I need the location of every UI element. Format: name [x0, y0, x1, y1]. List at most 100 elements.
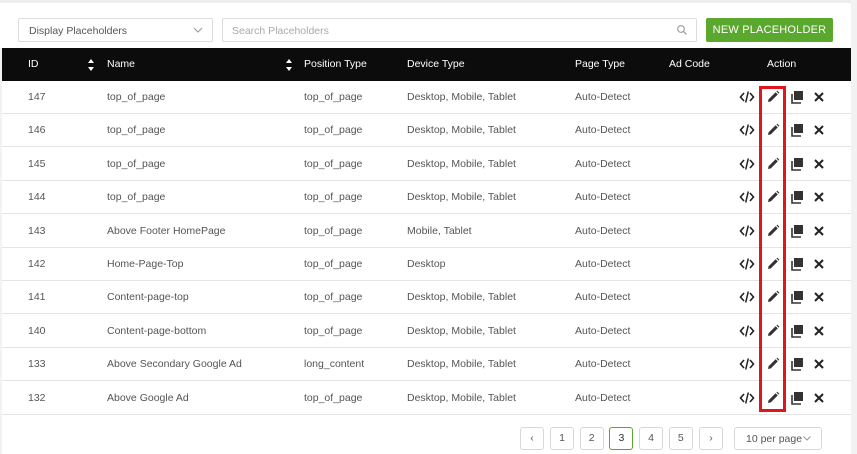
table-row: 145 top_of_page top_of_page Desktop, Mobile… [0, 147, 851, 181]
cell-page-type: Auto-Detect [575, 291, 631, 304]
edit-pencil-icon[interactable] [765, 122, 781, 138]
table-row: 133 Above Secondary Google Ad long_content… [0, 348, 851, 382]
delete-x-icon[interactable] [811, 223, 827, 239]
edit-pencil-icon[interactable] [765, 156, 781, 172]
search-input[interactable] [232, 23, 652, 38]
cell-position-type: top_of_page [304, 91, 363, 103]
cell-position-type: top_of_page [304, 157, 363, 170]
delete-x-icon[interactable] [811, 189, 827, 205]
code-icon[interactable] [739, 356, 755, 372]
delete-x-icon[interactable] [811, 289, 827, 305]
code-icon[interactable] [739, 256, 755, 272]
duplicate-icon[interactable] [789, 122, 805, 138]
duplicate-icon[interactable] [789, 223, 805, 239]
edit-pencil-icon[interactable] [765, 323, 781, 339]
edit-pencil-icon[interactable] [765, 89, 781, 105]
cell-id: 141 [28, 291, 46, 304]
pagination-next-button[interactable]: › [699, 427, 723, 450]
cell-device-type: Desktop, Mobile, Tablet [407, 91, 516, 103]
search-box [222, 18, 697, 42]
sort-icon[interactable] [87, 57, 95, 73]
edit-pencil-icon[interactable] [765, 356, 781, 372]
cell-device-type: Desktop, Mobile, Tablet [407, 291, 516, 304]
sort-icon[interactable] [285, 57, 293, 73]
display-filter-select[interactable]: Display Placeholders [18, 18, 213, 42]
cell-page-type: Auto-Detect [575, 91, 631, 103]
duplicate-icon[interactable] [789, 390, 805, 406]
cell-device-type: Desktop, Mobile, Tablet [407, 124, 516, 137]
header-page-type: Page Type [575, 58, 626, 70]
cell-name: Content-page-top [107, 291, 189, 304]
per-page-value: 10 per page [746, 433, 803, 445]
edit-pencil-icon[interactable] [765, 223, 781, 239]
delete-x-icon[interactable] [811, 390, 827, 406]
cell-id: 132 [28, 391, 46, 404]
cell-page-type: Auto-Detect [575, 391, 631, 404]
cell-page-type: Auto-Detect [575, 224, 631, 237]
edit-pencil-icon[interactable] [765, 189, 781, 205]
cell-name: Home-Page-Top [107, 258, 184, 270]
duplicate-icon[interactable] [789, 89, 805, 105]
cell-device-type: Desktop [407, 258, 446, 270]
duplicate-icon[interactable] [789, 256, 805, 272]
code-icon[interactable] [739, 156, 755, 172]
delete-x-icon[interactable] [811, 122, 827, 138]
table-row: 147 top_of_page top_of_page Desktop, Mobile… [0, 81, 851, 114]
pagination-page-button[interactable]: 1 [550, 427, 574, 450]
cell-position-type: top_of_page [304, 124, 363, 137]
cell-page-type: Auto-Detect [575, 191, 631, 204]
cell-device-type: Desktop, Mobile, Tablet [407, 391, 516, 404]
code-icon[interactable] [739, 89, 755, 105]
frame-edge [0, 48, 2, 454]
cell-position-type: top_of_page [304, 191, 363, 204]
cell-position-type: top_of_page [304, 224, 363, 237]
code-icon[interactable] [739, 223, 755, 239]
header-id[interactable]: ID [28, 58, 39, 70]
table-header: ID Name Position Type Device Type Page T… [0, 48, 851, 81]
cell-position-type: top_of_page [304, 291, 363, 304]
header-ad-code: Ad Code [669, 58, 710, 70]
pagination-page-button[interactable]: 5 [668, 427, 693, 450]
code-icon[interactable] [739, 323, 755, 339]
cell-position-type: long_content [304, 358, 365, 371]
cell-page-type: Auto-Detect [575, 157, 631, 170]
cell-name: Above Secondary Google Ad [107, 358, 242, 371]
cell-device-type: Mobile, Tablet [407, 224, 472, 237]
edit-pencil-icon[interactable] [765, 289, 781, 305]
search-icon[interactable] [676, 24, 688, 36]
cell-page-type: Auto-Detect [575, 358, 631, 371]
code-icon[interactable] [739, 122, 755, 138]
duplicate-icon[interactable] [789, 189, 805, 205]
pagination-prev-button[interactable]: ‹ [520, 427, 544, 450]
pagination-page-button[interactable]: 3 [609, 427, 634, 450]
new-placeholder-button[interactable]: NEW PLACEHOLDER [706, 18, 833, 42]
code-icon[interactable] [739, 289, 755, 305]
pagination-page-button[interactable]: 2 [579, 427, 604, 450]
delete-x-icon[interactable] [811, 356, 827, 372]
code-icon[interactable] [739, 189, 755, 205]
delete-x-icon[interactable] [811, 256, 827, 272]
pagination-page-button[interactable]: 4 [639, 427, 664, 450]
cell-device-type: Desktop, Mobile, Tablet [407, 191, 516, 204]
display-filter-value: Display Placeholders [29, 25, 128, 37]
duplicate-icon[interactable] [789, 323, 805, 339]
delete-x-icon[interactable] [811, 89, 827, 105]
code-icon[interactable] [739, 390, 755, 406]
duplicate-icon[interactable] [789, 156, 805, 172]
per-page-select[interactable]: 10 per page [734, 427, 822, 450]
delete-x-icon[interactable] [811, 323, 827, 339]
duplicate-icon[interactable] [789, 289, 805, 305]
delete-x-icon[interactable] [811, 156, 827, 172]
duplicate-icon[interactable] [789, 356, 805, 372]
frame-edge [851, 0, 857, 454]
cell-device-type: Desktop, Mobile, Tablet [407, 157, 516, 170]
header-name[interactable]: Name [107, 58, 135, 70]
cell-name: top_of_page [107, 191, 166, 204]
header-device-type: Device Type [407, 58, 465, 70]
edit-pencil-icon[interactable] [765, 390, 781, 406]
edit-pencil-icon[interactable] [765, 256, 781, 272]
cell-id: 142 [28, 258, 46, 270]
cell-name: Content-page-bottom [107, 324, 207, 337]
cell-name: top_of_page [107, 124, 166, 137]
cell-name: Above Footer HomePage [107, 224, 226, 237]
